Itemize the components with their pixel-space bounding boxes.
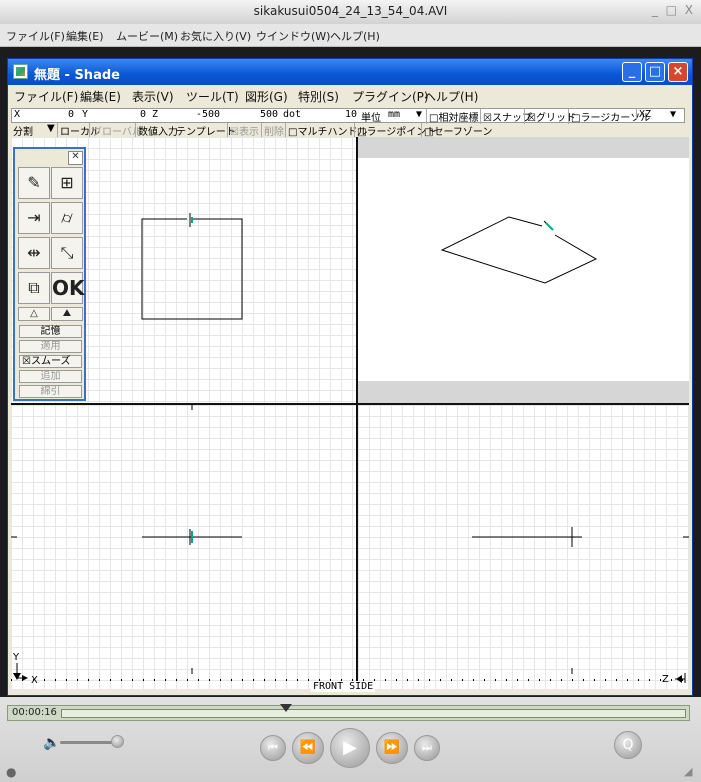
relative-coord-checkbox[interactable]: □相対座標 (426, 109, 478, 124)
resize-grip-icon[interactable]: ◢ (684, 765, 692, 778)
shade-menu-plugin[interactable]: プラグイン(P) (352, 88, 429, 105)
player-menu-movie[interactable]: ムービー(M) (116, 28, 178, 44)
player-menu-window[interactable]: ウインドウ(W) (256, 28, 330, 44)
play-icon[interactable]: ▶ (330, 728, 370, 768)
shade-menu-file[interactable]: ファイル(F) (14, 88, 78, 105)
smooth-checkbox[interactable]: ☒スムーズ (19, 355, 82, 368)
pencil-tool-icon[interactable]: ✎ (18, 167, 50, 199)
skip-back-icon[interactable]: ⏮ (260, 735, 286, 761)
add-button[interactable]: 追加 (19, 370, 82, 383)
rewind-icon[interactable]: ⏪ (292, 732, 324, 764)
shade-menu-view[interactable]: 表示(V) (132, 88, 174, 105)
shade-menu-tool[interactable]: ツール(T) (186, 88, 239, 105)
plane-dropdown-icon[interactable]: ▼ (670, 109, 676, 120)
player-menu-help[interactable]: ヘルプ(H) (330, 28, 380, 44)
perspective-bottom-band (358, 381, 689, 403)
front-side-label: FRONT SIDE (311, 681, 376, 692)
viewport-area: Y X Z FRONT SIDE (11, 137, 689, 692)
side-view[interactable]: Z (358, 405, 689, 689)
unit-label: 単位 (361, 113, 381, 124)
move-tool-icon[interactable]: ⇥ (18, 202, 50, 234)
perspective-shape (440, 216, 598, 284)
perspective-view[interactable] (358, 137, 689, 403)
horizontal-divider[interactable] (11, 403, 689, 405)
shade-menu-special[interactable]: 特別(S) (298, 88, 339, 105)
player-menubar: ファイル(F) 編集(E) ムービー(M) お気に入り(V) ウインドウ(W) … (0, 24, 701, 47)
hierarchy-tool-icon[interactable]: ⊞ (51, 167, 83, 199)
y-label: Y (82, 109, 89, 120)
maximize-button[interactable]: □ (645, 62, 665, 82)
skip-forward-icon[interactable]: ⏭ (414, 735, 440, 761)
volume-icon[interactable]: 🔈 (43, 735, 60, 751)
x-value[interactable]: 0 (68, 109, 74, 120)
safe-zone-checkbox[interactable]: □セーフゾーン (421, 123, 492, 138)
player-titlebar: sikakusui0504_24_13_54_04.AVI _ □ X (0, 0, 701, 25)
apple-icon[interactable]: ● (6, 765, 16, 779)
vertical-divider[interactable] (356, 137, 358, 689)
y-value[interactable]: 0 (140, 109, 146, 120)
shade-menubar: ファイル(F) 編集(E) 表示(V) ツール(T) 図形(G) 特別(S) プ… (8, 85, 692, 106)
minimize-button[interactable]: _ (622, 62, 642, 82)
apply-button[interactable]: 適用 (19, 340, 82, 353)
mountain-large-icon[interactable]: ⛰ (51, 307, 83, 321)
subtract-button[interactable]: 綿引 (19, 385, 82, 398)
shade-menu-shape[interactable]: 図形(G) (245, 88, 288, 105)
player-controller: 00:00:16 🔈 ⏮ ⏪ ▶ ⏩ ⏭ Q ● ◢ (0, 697, 701, 782)
scale-tool-icon[interactable]: ⇹ (18, 237, 50, 269)
cylinder-tool-icon[interactable]: ⌭ (51, 202, 83, 234)
palette-close-icon[interactable]: ✕ (68, 151, 83, 165)
split-dropdown-icon[interactable]: ▼ (47, 123, 55, 134)
copy-tool-icon[interactable]: ⧉ (18, 272, 50, 304)
line-tool-icon[interactable]: ⤡ (51, 237, 83, 269)
front-view-shape (11, 405, 242, 674)
plane-select[interactable]: XZ (636, 109, 651, 120)
player-menu-edit[interactable]: 編集(E) (66, 28, 104, 44)
quicktime-icon[interactable]: Q (614, 731, 642, 759)
side-view-shape (472, 527, 689, 674)
shade-title: 無題 - Shade (34, 68, 120, 83)
player-menu-file[interactable]: ファイル(F) (6, 28, 65, 44)
delete-button[interactable]: 削除 (261, 123, 284, 138)
timeline-bar: 00:00:16 (7, 704, 690, 721)
volume-slider[interactable] (60, 741, 116, 744)
shade-titlebar: 無題 - Shade _ □ × (8, 59, 692, 85)
current-time: 00:00:16 (12, 707, 57, 718)
unit-dropdown-icon[interactable]: ▼ (416, 109, 422, 120)
memory-button[interactable]: 記憶 (19, 325, 82, 338)
front-axis-icon (13, 663, 28, 681)
player-menu-favorites[interactable]: お気に入り(V) (180, 28, 251, 44)
global-button[interactable]: グローバル (89, 123, 142, 138)
tool-palette: ✕ ✎ ⊞ ⇥ ⌭ ⇹ ⤡ ⧉ OK △ ⛰ 記憶 適用 ☒スムーズ 追加 綿引 (13, 147, 86, 401)
front-axis-y-label: Y (13, 652, 20, 663)
numeric-input-button[interactable]: 数値入力 (135, 123, 178, 138)
option-status-bar: 分割 ▼ ローカル グローバル 数値入力 テンプレート ☒表示 削除 □マルチハ… (11, 123, 492, 138)
player-window-controls[interactable]: _ □ X (652, 3, 695, 17)
fast-forward-icon[interactable]: ⏩ (376, 732, 408, 764)
player-title: sikakusui0504_24_13_54_04.AVI (253, 4, 448, 18)
playhead-icon[interactable] (280, 704, 292, 712)
shade-window: 無題 - Shade _ □ × ファイル(F) 編集(E) 表示(V) ツール… (7, 58, 693, 696)
split-select[interactable]: 分割 (13, 123, 33, 138)
z-label: Z (152, 109, 159, 120)
timeline-track[interactable] (61, 709, 686, 718)
front-view[interactable]: Y X (11, 405, 356, 689)
shade-app-icon (13, 64, 28, 79)
mountain-small-icon[interactable]: △ (18, 307, 50, 321)
display-checkbox[interactable]: ☒表示 (227, 123, 259, 138)
dot-value[interactable]: 500 (260, 109, 278, 120)
shade-menu-help[interactable]: ヘルプ(H) (424, 88, 478, 105)
z-value[interactable]: -500 (196, 109, 220, 120)
unit-select[interactable]: mm (388, 109, 400, 120)
close-button[interactable]: × (668, 62, 688, 82)
dot-count[interactable]: 10 (345, 109, 357, 120)
coordinate-status-bar: X 0 Y 0 Z -500 500 dot 10 単位 mm ▼ □相対座標 … (11, 108, 685, 124)
dot-label: dot (283, 109, 302, 120)
x-label: X (14, 109, 21, 120)
volume-knob[interactable] (111, 735, 124, 748)
ok-button[interactable]: OK (51, 272, 85, 304)
shade-menu-edit[interactable]: 編集(E) (80, 88, 121, 105)
